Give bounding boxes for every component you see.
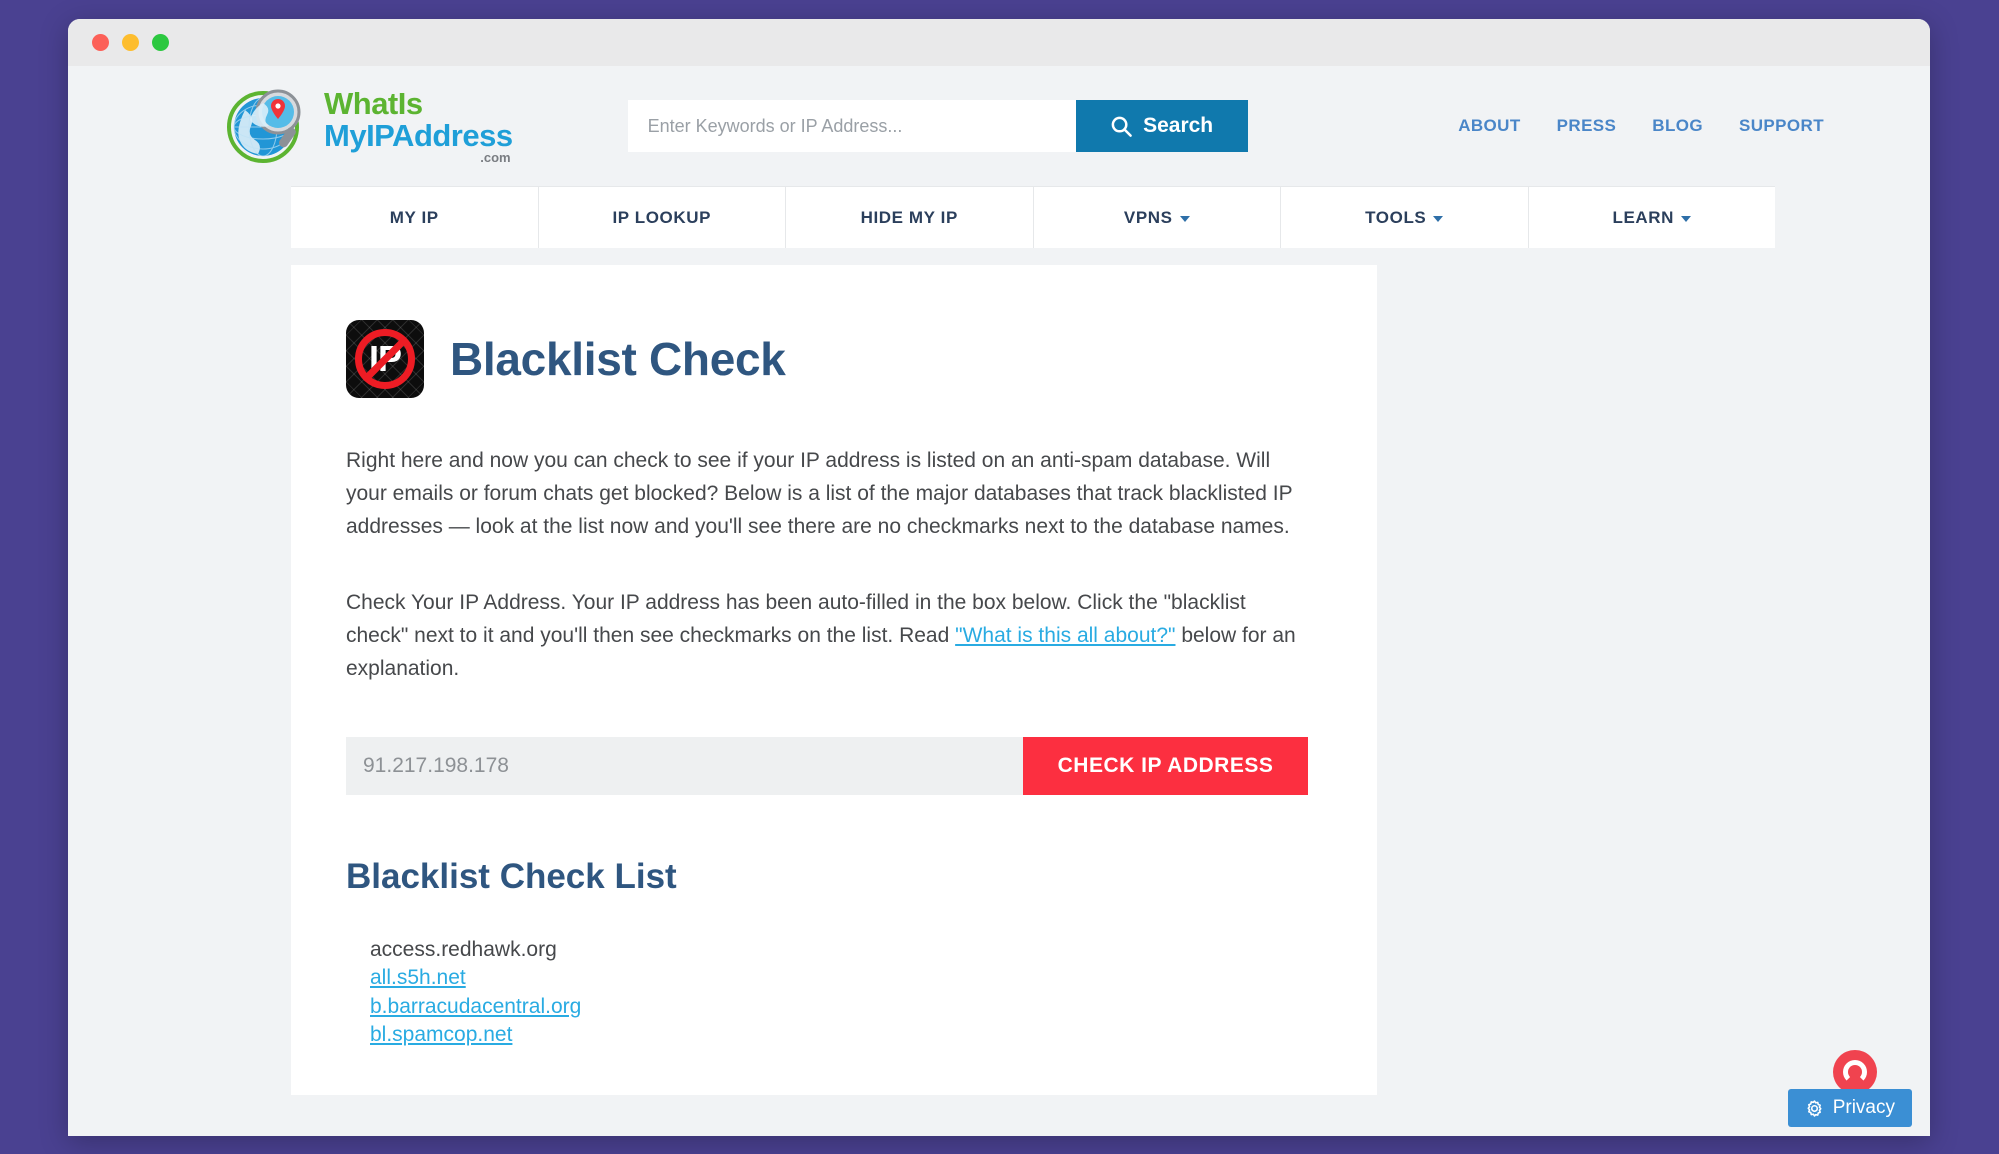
chevron-down-icon	[1179, 216, 1190, 222]
top-nav-links: ABOUT PRESS BLOG SUPPORT	[1458, 116, 1890, 136]
nav-label: TOOLS	[1365, 207, 1427, 227]
logo-tld: .com	[480, 150, 511, 165]
page-title-row: IP Blacklist Check	[346, 320, 1314, 398]
list-item: bl.spamcop.net	[370, 1022, 1314, 1048]
top-link-support[interactable]: SUPPORT	[1739, 116, 1824, 136]
blacklist-list-heading: Blacklist Check List	[346, 857, 677, 897]
prohibition-icon	[355, 329, 415, 389]
nav-item-vpns[interactable]: VPNS	[1034, 187, 1281, 248]
list-item: all.s5h.net	[370, 965, 1314, 991]
list-item: access.redhawk.org	[370, 937, 1314, 963]
logo-line-2: MyIPAddress	[324, 118, 513, 153]
globe-magnifier-icon	[227, 89, 301, 163]
site-logo[interactable]: WhatIs MyIPAddress .com	[223, 86, 513, 166]
what-is-this-about-link[interactable]: "What is this all about?"	[955, 624, 1175, 647]
privacy-button[interactable]: Privacy	[1787, 1089, 1912, 1127]
search-button[interactable]: Search	[1075, 100, 1248, 152]
ip-check-row: CHECK IP ADDRESS	[346, 737, 1308, 796]
search-button-label: Search	[1143, 114, 1214, 137]
nav-label: VPNS	[1123, 207, 1173, 227]
page-title: Blacklist Check	[450, 333, 786, 385]
gear-icon	[1807, 1099, 1822, 1117]
nav-item-tools[interactable]: TOOLS	[1281, 187, 1529, 248]
main-navigation: MY IP IP LOOKUP HIDE MY IP VPNS TOOLS LE…	[291, 186, 1775, 248]
blacklist-entry-barracudacentral[interactable]: b.barracudacentral.org	[370, 995, 581, 1018]
search-input[interactable]	[627, 100, 1076, 152]
close-window-button[interactable]	[92, 34, 109, 51]
maximize-window-button[interactable]	[152, 34, 169, 51]
logo-wordmark: WhatIs MyIPAddress .com	[324, 88, 513, 164]
check-ip-address-button[interactable]: CHECK IP ADDRESS	[1023, 737, 1308, 796]
nav-item-ip-lookup[interactable]: IP LOOKUP	[539, 187, 786, 248]
nav-label: MY IP	[389, 207, 439, 227]
top-link-press[interactable]: PRESS	[1557, 116, 1617, 136]
top-link-about[interactable]: ABOUT	[1458, 116, 1520, 136]
blacklist-check-list: access.redhawk.org all.s5h.net b.barracu…	[346, 937, 1314, 1049]
nav-item-learn[interactable]: LEARN	[1529, 187, 1776, 248]
blacklist-entry-access-redhawk: access.redhawk.org	[370, 938, 557, 962]
intro-paragraph-1: Right here and now you can check to see …	[346, 449, 1293, 539]
privacy-label: Privacy	[1832, 1097, 1895, 1118]
minimize-window-button[interactable]	[122, 34, 139, 51]
nav-label: LEARN	[1612, 207, 1675, 227]
nav-item-hide-my-ip[interactable]: HIDE MY IP	[786, 187, 1034, 248]
blocked-ip-icon: IP	[346, 320, 424, 398]
search-bar: Search	[627, 100, 1248, 152]
intro-paragraph-2: Check Your IP Address. Your IP address h…	[346, 586, 1306, 686]
page-viewport: WhatIs MyIPAddress .com Search ABOUT PRE	[68, 66, 1930, 1136]
nav-item-my-ip[interactable]: MY IP	[291, 187, 539, 248]
logo-line-1: WhatIs	[324, 86, 423, 121]
browser-window: WhatIs MyIPAddress .com Search ABOUT PRE	[68, 19, 1930, 1136]
chevron-down-icon	[1433, 216, 1444, 222]
window-titlebar	[68, 19, 1930, 66]
support-ring	[1843, 1060, 1867, 1084]
top-link-blog[interactable]: BLOG	[1652, 116, 1703, 136]
nav-label: HIDE MY IP	[860, 207, 958, 227]
nav-label: IP LOOKUP	[612, 207, 712, 227]
list-item: b.barracudacentral.org	[370, 994, 1314, 1020]
blacklist-entry-all-s5h[interactable]: all.s5h.net	[370, 966, 466, 989]
support-circle-icon[interactable]	[1833, 1050, 1877, 1094]
search-icon	[1111, 116, 1132, 137]
content-card: IP Blacklist Check Right here and now yo…	[291, 265, 1377, 1095]
ip-address-input[interactable]	[346, 737, 1023, 796]
blacklist-entry-spamcop[interactable]: bl.spamcop.net	[370, 1023, 512, 1046]
chevron-down-icon	[1681, 216, 1692, 222]
site-header: WhatIs MyIPAddress .com Search ABOUT PRE	[68, 66, 1930, 186]
